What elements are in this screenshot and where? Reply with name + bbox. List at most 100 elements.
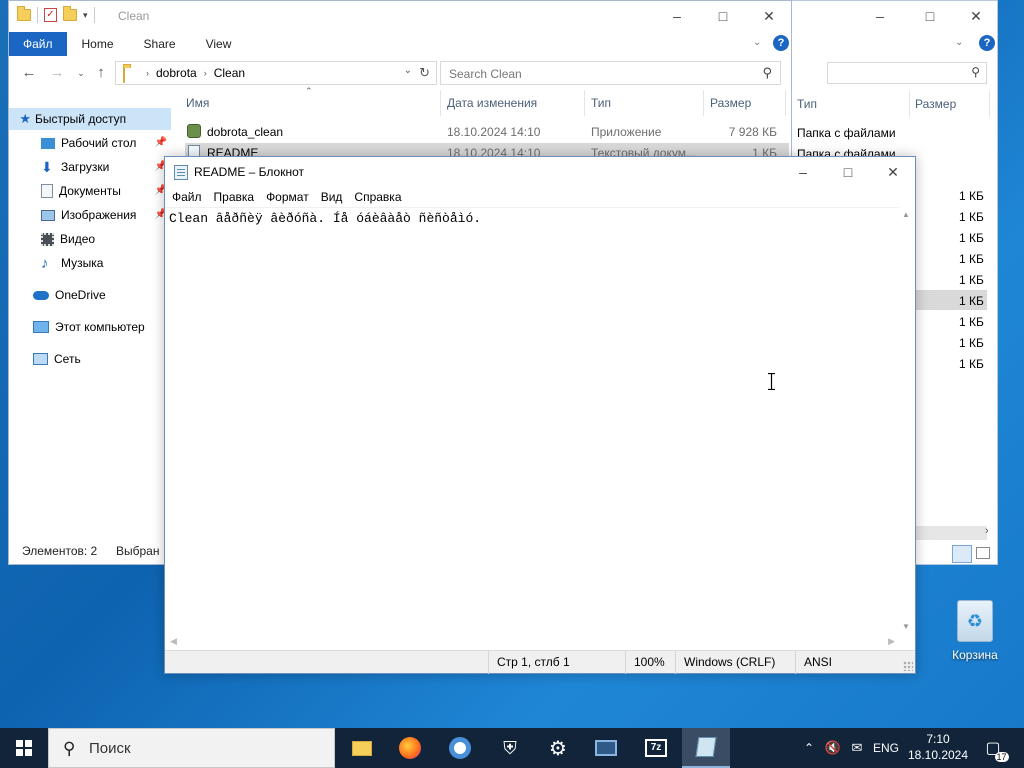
scroll-up-icon[interactable]: ▲ <box>902 210 910 219</box>
column-divider[interactable] <box>584 90 585 116</box>
recent-locations-icon[interactable]: ⌄ <box>71 62 91 84</box>
notepad-icon[interactable] <box>682 728 730 768</box>
notepad-window[interactable]: README – Блокнот – □ ✕ Файл Правка Форма… <box>164 156 916 674</box>
title-bar[interactable]: ✓ ▾ Clean – □ ✕ <box>9 1 791 32</box>
menu-file[interactable]: Файл <box>167 187 207 207</box>
menu-help[interactable]: Справка <box>349 187 406 207</box>
network-app-icon[interactable] <box>582 728 630 768</box>
menu-edit[interactable]: Правка <box>209 187 260 207</box>
tab-share[interactable]: Share <box>129 32 191 56</box>
close-button[interactable]: ✕ <box>746 1 792 31</box>
nav-item-videos[interactable]: Видео <box>9 228 171 250</box>
7zip-icon[interactable]: 7z <box>632 728 680 768</box>
nav-item-network[interactable]: Сеть <box>9 348 171 370</box>
up-arrow-icon[interactable]: ↑ <box>91 62 111 84</box>
help-icon[interactable]: ? <box>773 35 789 51</box>
notification-center[interactable]: ▢ 17 <box>978 728 1009 768</box>
address-bar[interactable]: › dobrota › Clean ⌄ ↻ <box>115 61 437 85</box>
nav-item-downloads[interactable]: ⬇ Загрузки 📌 <box>9 156 171 178</box>
column-header-type[interactable]: Тип <box>797 97 817 111</box>
column-divider[interactable] <box>440 90 441 116</box>
menu-format[interactable]: Формат <box>261 187 314 207</box>
computer-icon <box>33 321 49 333</box>
column-divider[interactable] <box>785 90 786 116</box>
search-icon[interactable]: ⚲ <box>762 65 772 81</box>
language-indicator[interactable]: ENG <box>870 728 902 768</box>
firefox-icon[interactable] <box>386 728 434 768</box>
breadcrumb-item[interactable]: Clean <box>214 66 245 80</box>
tab-view[interactable]: View <box>191 32 247 56</box>
column-divider[interactable] <box>703 90 704 116</box>
scroll-left-icon[interactable]: ◀ <box>170 636 177 647</box>
nav-item-label: Изображения <box>61 208 137 222</box>
expand-ribbon-icon[interactable]: ⌄ <box>753 37 761 48</box>
chevron-down-icon[interactable]: ⌄ <box>404 65 412 76</box>
nav-item-this-pc[interactable]: Этот компьютер <box>9 316 171 338</box>
nav-item-label: Сеть <box>54 352 81 366</box>
resize-grip[interactable] <box>903 661 913 671</box>
horizontal-scrollbar[interactable]: ◀ ▶ <box>165 634 899 650</box>
search-icon: ⚲ <box>63 739 76 758</box>
nav-item-quick-access[interactable]: ★ Быстрый доступ <box>9 108 171 130</box>
menu-view[interactable]: Вид <box>316 187 348 207</box>
chevron-right-icon[interactable]: › <box>204 68 207 78</box>
nav-item-desktop[interactable]: Рабочий стол 📌 <box>9 132 171 154</box>
nav-item-pictures[interactable]: Изображения 📌 <box>9 204 171 226</box>
close-button[interactable]: ✕ <box>953 1 999 31</box>
column-header-size[interactable]: Размер <box>915 97 956 111</box>
chevron-down-icon[interactable]: ⌄ <box>955 37 963 48</box>
maximize-button[interactable]: □ <box>907 1 953 31</box>
refresh-icon[interactable]: ↻ <box>419 65 430 81</box>
cell-size: 1 КБ <box>959 231 984 245</box>
maximize-button[interactable]: □ <box>700 1 746 31</box>
nav-item-onedrive[interactable]: OneDrive <box>9 284 171 306</box>
forward-arrow-icon[interactable]: → <box>47 62 67 84</box>
taskbar-search[interactable]: ⚲ Поиск <box>48 728 335 768</box>
file-explorer-icon[interactable] <box>338 728 386 768</box>
chevron-right-icon[interactable]: › <box>985 525 989 537</box>
volume-muted-icon[interactable]: 🔇 <box>822 728 844 768</box>
vertical-scrollbar[interactable]: ▲ ▼ <box>899 207 915 634</box>
properties-icon[interactable]: ✓ <box>44 8 57 22</box>
pin-icon[interactable]: 📌 <box>155 137 167 148</box>
minimize-button[interactable]: – <box>780 157 826 187</box>
table-row[interactable]: dobrota_clean 18.10.2024 14:10 Приложени… <box>185 122 789 142</box>
chrome-icon[interactable] <box>436 728 484 768</box>
minimize-button[interactable]: – <box>654 1 700 31</box>
customize-toolbar-icon[interactable]: ▾ <box>83 10 88 21</box>
close-button[interactable]: ✕ <box>870 157 916 187</box>
horizontal-scrollbar[interactable] <box>915 526 987 540</box>
nav-item-documents[interactable]: Документы 📌 <box>9 180 171 202</box>
show-hidden-icons-icon[interactable]: ⌃ <box>798 728 820 768</box>
column-header-size[interactable]: Размер <box>710 96 751 110</box>
scroll-right-icon[interactable]: ▶ <box>888 636 895 647</box>
help-icon[interactable]: ? <box>979 35 995 51</box>
recycle-bin[interactable]: Корзина <box>944 600 1006 670</box>
new-folder-icon[interactable] <box>63 6 77 21</box>
minimize-button[interactable]: – <box>857 1 903 31</box>
details-view-icon[interactable] <box>952 545 972 563</box>
scroll-down-icon[interactable]: ▼ <box>902 622 910 631</box>
message-icon[interactable]: ✉ <box>846 728 868 768</box>
taskbar: ⚲ Поиск ⛨ ⚙ 7z ⌃ 🔇 ✉ ENG 7:10 18.10.2024… <box>0 728 1024 768</box>
tab-file[interactable]: Файл <box>9 32 67 56</box>
file-name: dobrota_clean <box>207 125 284 139</box>
column-header-type[interactable]: Тип <box>591 96 611 110</box>
clock[interactable]: 7:10 18.10.2024 <box>905 731 971 763</box>
text-editor[interactable]: Clean âåðñèÿ âèðóñà. Íå óáèâàåò ñèñòåìó. <box>165 207 899 634</box>
nav-item-music[interactable]: ♪ Музыка <box>9 252 171 274</box>
editor-content[interactable]: Clean âåðñèÿ âèðóñà. Íå óáèâàåò ñèñòåìó. <box>169 211 481 227</box>
back-arrow-icon[interactable]: ← <box>19 62 39 84</box>
search-input[interactable]: Search Clean ⚲ <box>440 61 781 85</box>
breadcrumb-item[interactable]: dobrota <box>156 66 197 80</box>
column-header-date[interactable]: Дата изменения <box>447 96 537 110</box>
security-icon[interactable]: ⛨ <box>486 728 534 768</box>
column-header-name[interactable]: Имя <box>186 96 209 110</box>
tab-home[interactable]: Home <box>67 32 129 56</box>
start-button[interactable] <box>0 728 48 768</box>
search-input[interactable]: ⚲ <box>827 62 987 84</box>
maximize-button[interactable]: □ <box>825 157 871 187</box>
large-icons-view-icon[interactable] <box>976 547 990 559</box>
settings-icon[interactable]: ⚙ <box>534 728 582 768</box>
title-bar[interactable]: README – Блокнот – □ ✕ <box>165 157 915 187</box>
